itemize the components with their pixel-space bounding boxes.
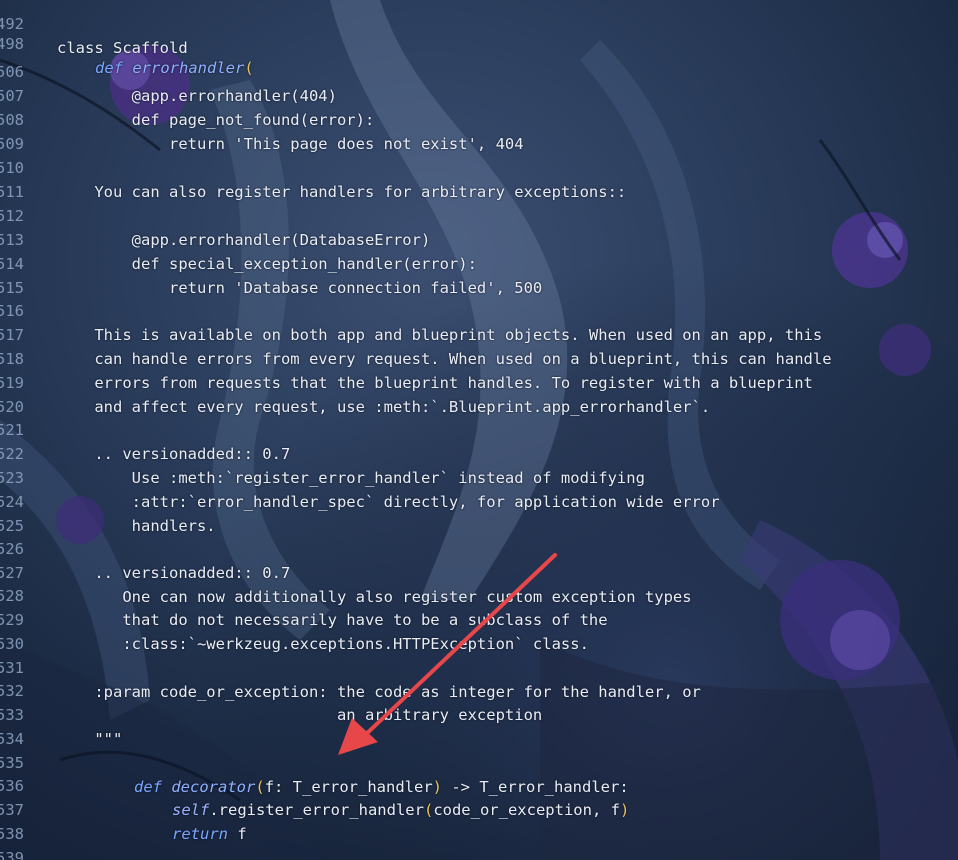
annotation-arrow <box>338 553 557 755</box>
